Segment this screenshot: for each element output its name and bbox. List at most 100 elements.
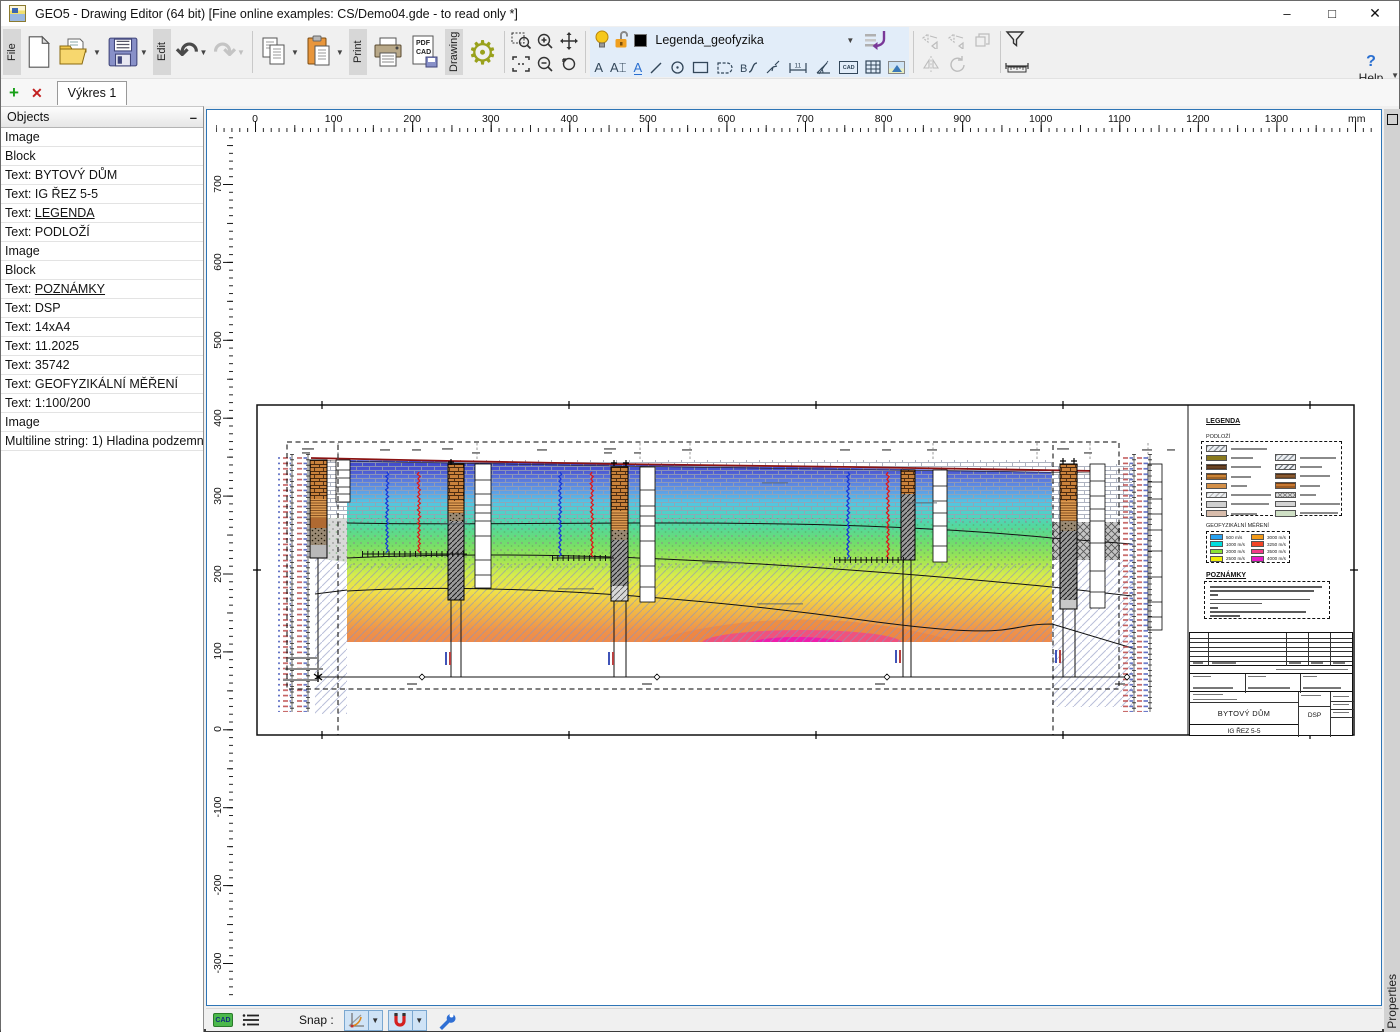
object-row[interactable]: Text: GEOFYZIKÁLNÍ MĚŘENÍ [1, 375, 203, 394]
title-block[interactable]: BYTOVÝ DŮM IG ŘEZ 5-5 DSP [1189, 632, 1353, 736]
open-file-button[interactable]: ▼ [55, 29, 104, 75]
text-edit-tool[interactable]: A [634, 61, 643, 75]
object-row[interactable]: Text: IG ŘEZ 5-5 [1, 185, 203, 204]
tab-vykres-1[interactable]: Výkres 1 [57, 81, 128, 105]
measure-icon[interactable] [1005, 59, 1029, 74]
zoom-in-button[interactable] [533, 29, 557, 52]
borehole-s3[interactable] [611, 467, 628, 601]
object-row[interactable]: Text: 1:100/200 [1, 394, 203, 413]
leader-tool[interactable] [765, 60, 781, 75]
filter-icon[interactable] [1005, 30, 1025, 49]
zoom-window-button[interactable] [509, 29, 533, 52]
bulb-icon[interactable] [594, 29, 610, 51]
undo-dropdown-caret[interactable]: ▼ [199, 48, 207, 57]
collapse-panel-button[interactable]: – [190, 110, 197, 125]
spline-tool[interactable]: B [740, 60, 758, 75]
tab-properties[interactable]: Properties [1385, 974, 1399, 1029]
circle-tool[interactable] [670, 60, 685, 75]
settings-button[interactable]: ⚙ [465, 29, 501, 75]
layer-color-swatch[interactable] [634, 34, 647, 47]
print-menu[interactable]: Print [349, 29, 367, 75]
object-row[interactable]: Text: 35742 [1, 356, 203, 375]
table-tool[interactable] [865, 60, 881, 75]
cad-mode-badge[interactable]: CAD [213, 1013, 233, 1027]
close-button[interactable]: ✕ [1353, 1, 1397, 26]
cad-import-tool[interactable]: CAD [839, 61, 858, 74]
line-tool[interactable] [649, 61, 663, 75]
file-menu[interactable]: File [3, 29, 21, 75]
angle-tool[interactable] [815, 60, 832, 75]
h-ruler-label: 700 [796, 113, 814, 125]
minimize-button[interactable]: – [1265, 1, 1309, 26]
object-row[interactable]: Image [1, 242, 203, 261]
layer-combobox[interactable]: Legenda_geofyzika ▼ [651, 33, 854, 47]
v-ruler-label: 700 [212, 175, 224, 193]
add-sheet-button[interactable]: + [9, 84, 19, 101]
drawing-canvas-area[interactable]: 0100200300400500600700800900100011001200… [206, 109, 1382, 1006]
snap-axis-button[interactable] [344, 1010, 369, 1031]
v-ruler-label: 200 [212, 565, 224, 583]
export-pdf-cad-button[interactable]: PDF CAD [407, 29, 443, 75]
object-row[interactable]: Text: DSP [1, 299, 203, 318]
object-row[interactable]: Text: LEGENDA [1, 204, 203, 223]
maximize-button[interactable]: □ [1310, 1, 1354, 26]
new-file-button[interactable] [23, 29, 55, 75]
text-tool[interactable]: A [594, 61, 603, 74]
save-button[interactable]: ▼ [104, 29, 151, 75]
subsoil-label [1300, 512, 1338, 514]
object-row[interactable]: Text: PODLOŽÍ [1, 223, 203, 242]
snap-magnet-caret[interactable]: ▼ [413, 1010, 427, 1031]
edit-menu[interactable]: Edit [153, 29, 171, 75]
object-row[interactable]: Image [1, 128, 203, 147]
save-dropdown-caret[interactable]: ▼ [140, 48, 148, 57]
line-style-icon[interactable] [241, 1012, 261, 1028]
velocity-right-column: 3000 m/s3250 m/s3500 m/s4000 m/s [1251, 534, 1286, 563]
print-button[interactable] [369, 29, 407, 75]
borehole-s2[interactable] [448, 464, 464, 600]
copy-button[interactable]: ▼ [257, 29, 302, 75]
paste-dropdown-caret[interactable]: ▼ [336, 48, 344, 57]
pan-button[interactable] [557, 29, 581, 52]
zoom-extents-button[interactable] [509, 52, 533, 75]
borehole-s4[interactable] [901, 470, 915, 560]
notes-box[interactable] [1204, 581, 1330, 619]
object-row[interactable]: Block [1, 261, 203, 280]
subsoil-legend-box[interactable] [1201, 441, 1342, 516]
velocity-legend-box[interactable]: 500 m/s1000 m/s2000 m/s2500 m/s 3000 m/s… [1206, 531, 1290, 563]
move-to-layer-icon[interactable] [864, 30, 888, 50]
snap-magnet-button[interactable] [388, 1010, 413, 1031]
object-row[interactable]: Text: 11.2025 [1, 337, 203, 356]
undo-button[interactable]: ↶▼ [173, 29, 211, 75]
pan-icon [560, 32, 578, 50]
rectangle-tool[interactable] [692, 61, 709, 74]
image-tool[interactable] [888, 61, 905, 74]
layer-combobox-caret[interactable]: ▼ [846, 36, 854, 45]
subsoil-swatch [1206, 473, 1227, 480]
zoom-out-button[interactable] [533, 52, 557, 75]
copy-dropdown-caret[interactable]: ▼ [291, 48, 299, 57]
polygon-tool[interactable] [716, 61, 733, 75]
lock-icon[interactable] [614, 30, 630, 50]
velocity-label: 3250 m/s [1267, 542, 1286, 547]
redo-button[interactable]: ↷▼ [210, 29, 248, 75]
snap-settings-wrench-icon[interactable] [437, 1011, 456, 1030]
text-cursor-tool[interactable]: A⌶ [610, 61, 626, 74]
object-row[interactable]: Image [1, 413, 203, 432]
object-row[interactable]: Text: 14xA4 [1, 318, 203, 337]
remove-sheet-button[interactable]: ✕ [31, 86, 43, 100]
object-row[interactable]: Multiline string: 1) Hladina podzemní [1, 432, 203, 451]
toolbar-separator [1000, 31, 1001, 73]
paste-button[interactable]: ▼ [302, 29, 347, 75]
borehole-s1[interactable] [310, 460, 327, 558]
open-dropdown-caret[interactable]: ▼ [93, 48, 101, 57]
object-row[interactable]: Text: POZNÁMKY [1, 280, 203, 299]
zoom-previous-button[interactable] [557, 52, 581, 75]
velocity-row: 2500 m/s [1210, 555, 1245, 562]
drawing-menu[interactable]: Drawing [445, 29, 463, 75]
object-row[interactable]: Text: BYTOVÝ DŮM [1, 166, 203, 185]
dimension-tool[interactable]: 11 [788, 60, 808, 75]
object-row[interactable]: Block [1, 147, 203, 166]
snap-axis-caret[interactable]: ▼ [369, 1010, 383, 1031]
expand-properties-button[interactable] [1387, 114, 1398, 125]
borehole-s5[interactable] [1060, 464, 1077, 609]
